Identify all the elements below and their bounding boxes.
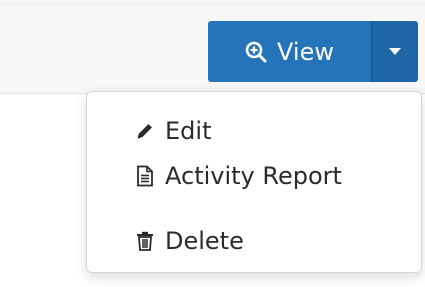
menu-item-edit[interactable]: Edit [87,109,421,153]
dropdown-toggle-button[interactable] [371,21,418,82]
document-icon [135,165,155,187]
pencil-icon [135,121,155,141]
view-button-group: View [208,21,418,82]
menu-item-label: Edit [165,117,212,145]
dropdown-menu: Edit Activity Report Delete [86,91,422,273]
menu-item-label: Delete [165,227,244,255]
toolbar-divider [0,4,425,5]
page: View Edit Activity Report Delete [0,0,425,287]
view-button-label: View [277,37,334,66]
menu-item-activity-report[interactable]: Activity Report [87,154,421,198]
menu-item-delete[interactable]: Delete [87,219,421,263]
trash-icon [135,231,155,251]
zoom-in-icon [245,41,267,63]
menu-item-label: Activity Report [165,162,342,190]
toolbar: View [0,0,425,94]
caret-down-icon [389,48,401,55]
view-button[interactable]: View [208,21,371,82]
